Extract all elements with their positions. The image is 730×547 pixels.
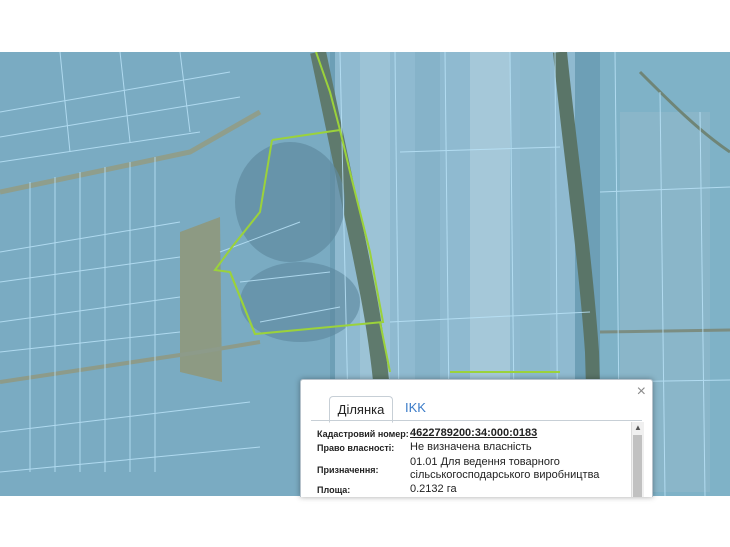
detail-value-continued: сільськогосподарського виробництва	[410, 469, 600, 481]
detail-label: Призначення:	[317, 465, 379, 475]
cadastral-number-link[interactable]: 4622789200:34:000:0183	[410, 427, 537, 439]
parcel-info-popup: × Ділянка IKK Кадастровий номер: 4622789…	[300, 379, 653, 497]
tab-divider	[311, 420, 642, 421]
tab-parcel[interactable]: Ділянка	[329, 396, 393, 423]
close-icon[interactable]: ×	[637, 384, 646, 400]
detail-label: Кадастровий номер:	[317, 429, 409, 439]
detail-label: Право власності:	[317, 443, 395, 453]
scroll-thumb[interactable]	[633, 435, 642, 497]
popup-scrollbar[interactable]: ▲	[631, 422, 644, 497]
detail-value: 0.2132 га	[410, 483, 457, 495]
detail-value: 01.01 Для ведення товарного	[410, 456, 560, 468]
detail-label: Площа:	[317, 485, 351, 495]
scroll-up-icon[interactable]: ▲	[632, 422, 644, 434]
tab-ikk[interactable]: IKK	[405, 396, 426, 420]
detail-value: Не визначена власність	[410, 441, 532, 453]
